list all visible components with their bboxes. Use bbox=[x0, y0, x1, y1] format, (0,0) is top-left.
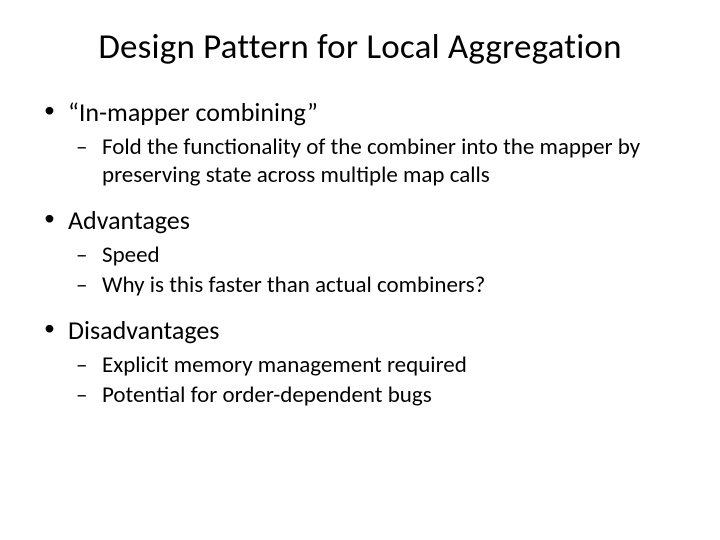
sub-bullet-list: Explicit memory management required Pote… bbox=[68, 351, 680, 411]
bullet-item: “In-mapper combining” Fold the functiona… bbox=[40, 96, 680, 190]
slide: Design Pattern for Local Aggregation “In… bbox=[0, 0, 720, 540]
sub-bullet-item: Explicit memory management required bbox=[68, 351, 680, 380]
bullet-text: Advantages bbox=[68, 204, 190, 236]
sub-bullet-item: Fold the functionality of the combiner i… bbox=[68, 133, 680, 191]
sub-bullet-list: Fold the functionality of the combiner i… bbox=[68, 133, 680, 191]
sub-bullet-item: Why is this faster than actual combiners… bbox=[68, 271, 680, 300]
bullet-text: Disadvantages bbox=[68, 314, 219, 346]
sub-bullet-list: Speed Why is this faster than actual com… bbox=[68, 241, 680, 301]
sub-bullet-item: Potential for order-dependent bugs bbox=[68, 381, 680, 410]
bullet-text: “In-mapper combining” bbox=[68, 96, 318, 128]
bullet-list: “In-mapper combining” Fold the functiona… bbox=[40, 96, 680, 410]
slide-title: Design Pattern for Local Aggregation bbox=[40, 26, 680, 68]
bullet-item: Disadvantages Explicit memory management… bbox=[40, 314, 680, 410]
bullet-item: Advantages Speed Why is this faster than… bbox=[40, 204, 680, 300]
sub-bullet-item: Speed bbox=[68, 241, 680, 270]
